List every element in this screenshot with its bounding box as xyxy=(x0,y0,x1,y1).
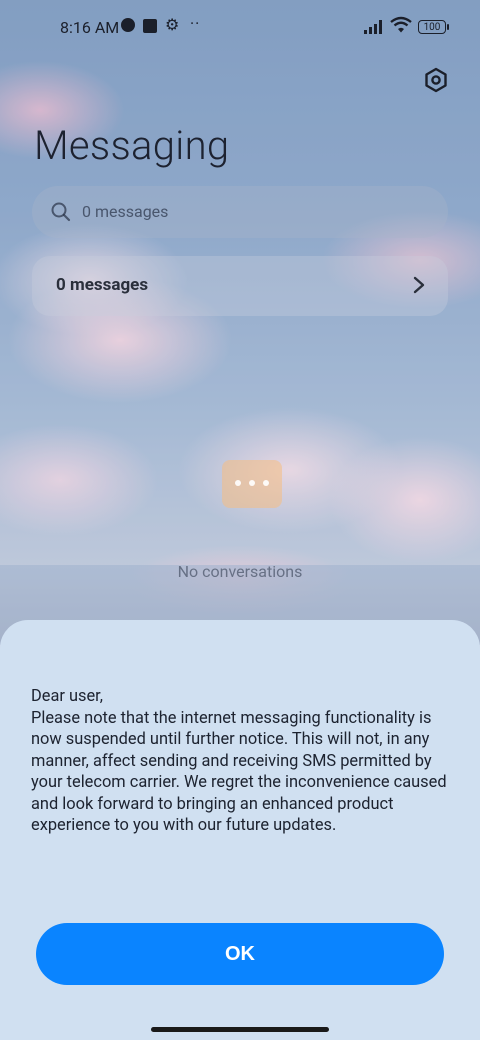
search-icon xyxy=(51,202,71,222)
settings-button[interactable] xyxy=(420,64,452,96)
wifi-icon xyxy=(390,16,412,33)
status-time: 8:16 AM xyxy=(60,18,120,37)
ok-button[interactable]: OK xyxy=(36,923,444,985)
home-indicator[interactable] xyxy=(151,1027,329,1032)
notification-app-icon xyxy=(143,19,157,33)
data-saver-icon xyxy=(121,18,135,32)
status-bar: 8:16 AM ⚙ ·· 100 xyxy=(0,0,480,54)
battery-icon: 100 xyxy=(418,20,449,34)
messages-count-label: 0 messages xyxy=(56,275,149,295)
messages-summary-row[interactable]: 0 messages xyxy=(32,256,448,316)
empty-chat-icon xyxy=(222,460,282,508)
dialog-message: Dear user, Please note that the internet… xyxy=(31,687,447,835)
chevron-right-icon xyxy=(413,276,425,294)
settings-notification-icon: ⚙ xyxy=(165,15,180,34)
more-notifications-icon: ·· xyxy=(190,14,201,33)
settings-icon xyxy=(425,67,447,93)
page-title: Messaging xyxy=(34,122,230,169)
empty-state-text: No conversations xyxy=(177,562,303,581)
search-placeholder: 0 messages xyxy=(82,202,169,221)
cellular-signal-icon xyxy=(364,20,386,34)
search-bar[interactable]: 0 messages xyxy=(32,186,448,238)
